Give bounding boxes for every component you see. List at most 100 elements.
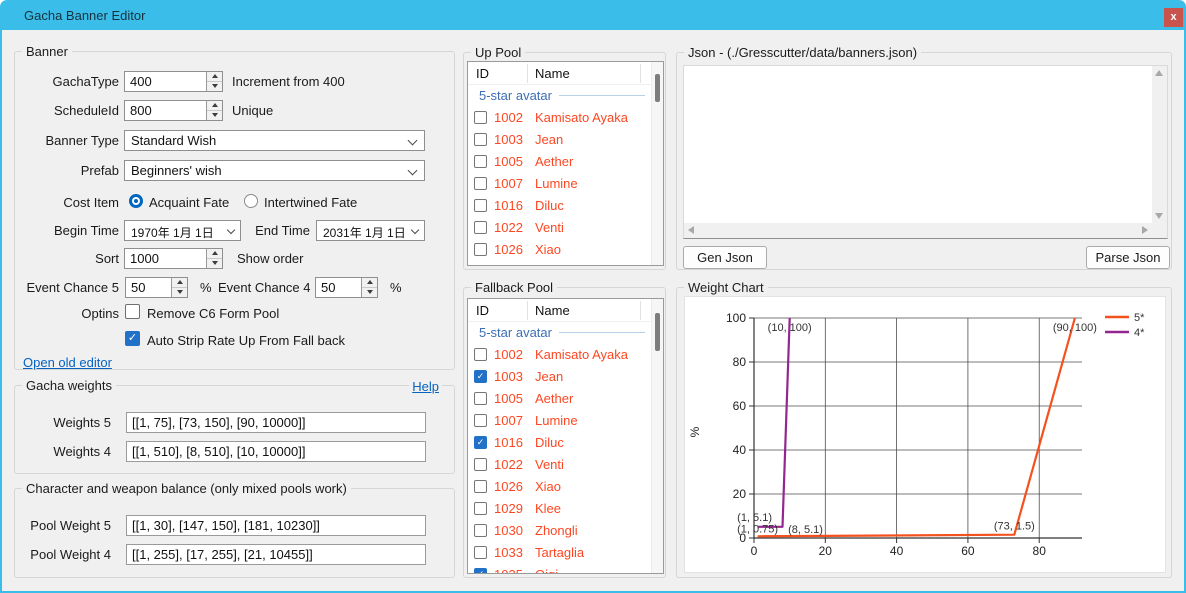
list-item[interactable]: 1007Lumine: [468, 410, 651, 432]
fallback-pool-list[interactable]: ID Name 5-star avatar 1002Kamisato Ayaka…: [467, 298, 664, 574]
scheduleid-spinner[interactable]: 800: [124, 100, 223, 121]
gen-json-button[interactable]: Gen Json: [683, 246, 767, 269]
scroll-down-icon[interactable]: [1155, 213, 1163, 219]
row-checkbox[interactable]: [474, 348, 487, 361]
spin-down-button[interactable]: [172, 288, 187, 298]
sort-value: 1000: [130, 251, 159, 266]
row-checkbox[interactable]: [474, 155, 487, 168]
spin-down-button[interactable]: [207, 111, 222, 121]
row-name: Tartaglia: [535, 545, 584, 560]
list-item[interactable]: 1033Tartaglia: [468, 542, 651, 564]
spin-down-button[interactable]: [207, 259, 222, 269]
spin-down-button[interactable]: [362, 288, 377, 298]
row-checkbox[interactable]: [474, 177, 487, 190]
cost-item-label: Cost Item: [15, 195, 119, 210]
intertwined-fate-radio[interactable]: [244, 194, 258, 208]
parse-json-button[interactable]: Parse Json: [1086, 246, 1170, 269]
list-item[interactable]: 1005Aether: [468, 151, 651, 173]
pool-weight-4-input[interactable]: [[1, 255], [17, 255], [21, 10455]]: [126, 544, 426, 565]
list-item[interactable]: 1026Xiao: [468, 476, 651, 498]
scrollbar-thumb[interactable]: [655, 313, 660, 351]
row-checkbox[interactable]: [474, 480, 487, 493]
list-item[interactable]: 1002Kamisato Ayaka: [468, 344, 651, 366]
list-item[interactable]: 1005Aether: [468, 388, 651, 410]
end-time-picker[interactable]: 2031年 1月 1日: [316, 220, 425, 241]
row-checkbox[interactable]: [474, 524, 487, 537]
row-checkbox[interactable]: [474, 199, 487, 212]
row-id: 1007: [494, 176, 523, 191]
event-chance-5-spinner[interactable]: 50: [125, 277, 188, 298]
json-textarea[interactable]: [684, 66, 1152, 223]
spin-down-button[interactable]: [207, 82, 222, 92]
up-pool-list[interactable]: ID Name 5-star avatar 1002Kamisato Ayaka…: [467, 61, 664, 266]
auto-strip-label: Auto Strip Rate Up From Fall back: [147, 333, 345, 348]
row-checkbox[interactable]: [474, 111, 487, 124]
spin-up-button[interactable]: [207, 72, 222, 82]
spin-up-button[interactable]: [172, 278, 187, 288]
row-checkbox[interactable]: [474, 392, 487, 405]
row-checkbox[interactable]: [474, 546, 487, 559]
main-content: Banner GachaType 400 Increment from 400 …: [2, 30, 1184, 591]
list-item[interactable]: 1016Diluc: [468, 432, 651, 454]
scrollbar-thumb[interactable]: [655, 74, 660, 102]
list-item[interactable]: 1022Venti: [468, 217, 651, 239]
up-pool-group-title: Up Pool: [471, 45, 525, 60]
titlebar[interactable]: Gacha Banner Editor x: [0, 0, 1186, 30]
up-pool-rows: 1002Kamisato Ayaka1003Jean1005Aether1007…: [468, 107, 651, 261]
begin-time-picker[interactable]: 1970年 1月 1日: [124, 220, 241, 241]
acquaint-fate-radio[interactable]: [129, 194, 143, 208]
scroll-right-icon[interactable]: [1142, 226, 1148, 234]
row-checkbox[interactable]: [474, 568, 487, 574]
scroll-up-icon[interactable]: [1155, 70, 1163, 76]
row-name: Kamisato Ayaka: [535, 347, 628, 362]
vertical-scrollbar[interactable]: [651, 62, 663, 265]
remove-c6-checkbox[interactable]: [125, 304, 140, 319]
pool-weight-5-input[interactable]: [[1, 30], [147, 150], [181, 10230]]: [126, 515, 426, 536]
close-button[interactable]: x: [1164, 8, 1183, 27]
row-checkbox[interactable]: [474, 436, 487, 449]
list-item[interactable]: 1003Jean: [468, 366, 651, 388]
weights-5-input[interactable]: [[1, 75], [73, 150], [90, 10000]]: [126, 412, 426, 433]
list-item[interactable]: 1022Venti: [468, 454, 651, 476]
help-link[interactable]: Help: [409, 379, 442, 394]
list-item[interactable]: 1029Klee: [468, 498, 651, 520]
svg-text:5*: 5*: [1134, 312, 1145, 324]
list-item[interactable]: 1003Jean: [468, 129, 651, 151]
spin-up-button[interactable]: [207, 249, 222, 259]
horizontal-scrollbar[interactable]: [684, 223, 1152, 238]
open-old-editor-link[interactable]: Open old editor: [23, 355, 112, 370]
row-checkbox[interactable]: [474, 370, 487, 383]
row-checkbox[interactable]: [474, 458, 487, 471]
row-checkbox[interactable]: [474, 502, 487, 515]
scroll-left-icon[interactable]: [688, 226, 694, 234]
row-id: 1022: [494, 457, 523, 472]
row-checkbox[interactable]: [474, 221, 487, 234]
row-checkbox[interactable]: [474, 243, 487, 256]
weights-4-input[interactable]: [[1, 510], [8, 510], [10, 10000]]: [126, 441, 426, 462]
spin-up-button[interactable]: [362, 278, 377, 288]
svg-text:80: 80: [733, 355, 747, 369]
svg-text:60: 60: [961, 544, 975, 558]
row-name: Lumine: [535, 413, 578, 428]
auto-strip-checkbox[interactable]: [125, 331, 140, 346]
vertical-scrollbar[interactable]: [1152, 66, 1167, 223]
fallback-pool-rows: 1002Kamisato Ayaka1003Jean1005Aether1007…: [468, 344, 651, 574]
event-chance-4-spinner[interactable]: 50: [315, 277, 378, 298]
list-item[interactable]: 1002Kamisato Ayaka: [468, 107, 651, 129]
list-item[interactable]: 1030Zhongli: [468, 520, 651, 542]
list-item[interactable]: 1026Xiao: [468, 239, 651, 261]
spin-up-button[interactable]: [207, 101, 222, 111]
list-item[interactable]: 1007Lumine: [468, 173, 651, 195]
row-checkbox[interactable]: [474, 133, 487, 146]
row-checkbox[interactable]: [474, 414, 487, 427]
list-item[interactable]: 1016Diluc: [468, 195, 651, 217]
gachatype-spinner[interactable]: 400: [124, 71, 223, 92]
svg-text:40: 40: [890, 544, 904, 558]
begin-time-value: 1970年 1月 1日: [131, 224, 214, 241]
banner-type-select[interactable]: Standard Wish: [124, 130, 425, 151]
sort-spinner[interactable]: 1000: [124, 248, 223, 269]
balance-group-title: Character and weapon balance (only mixed…: [22, 481, 351, 496]
list-item[interactable]: 1035Qiqi: [468, 564, 651, 574]
vertical-scrollbar[interactable]: [651, 299, 663, 573]
prefab-select[interactable]: Beginners' wish: [124, 160, 425, 181]
